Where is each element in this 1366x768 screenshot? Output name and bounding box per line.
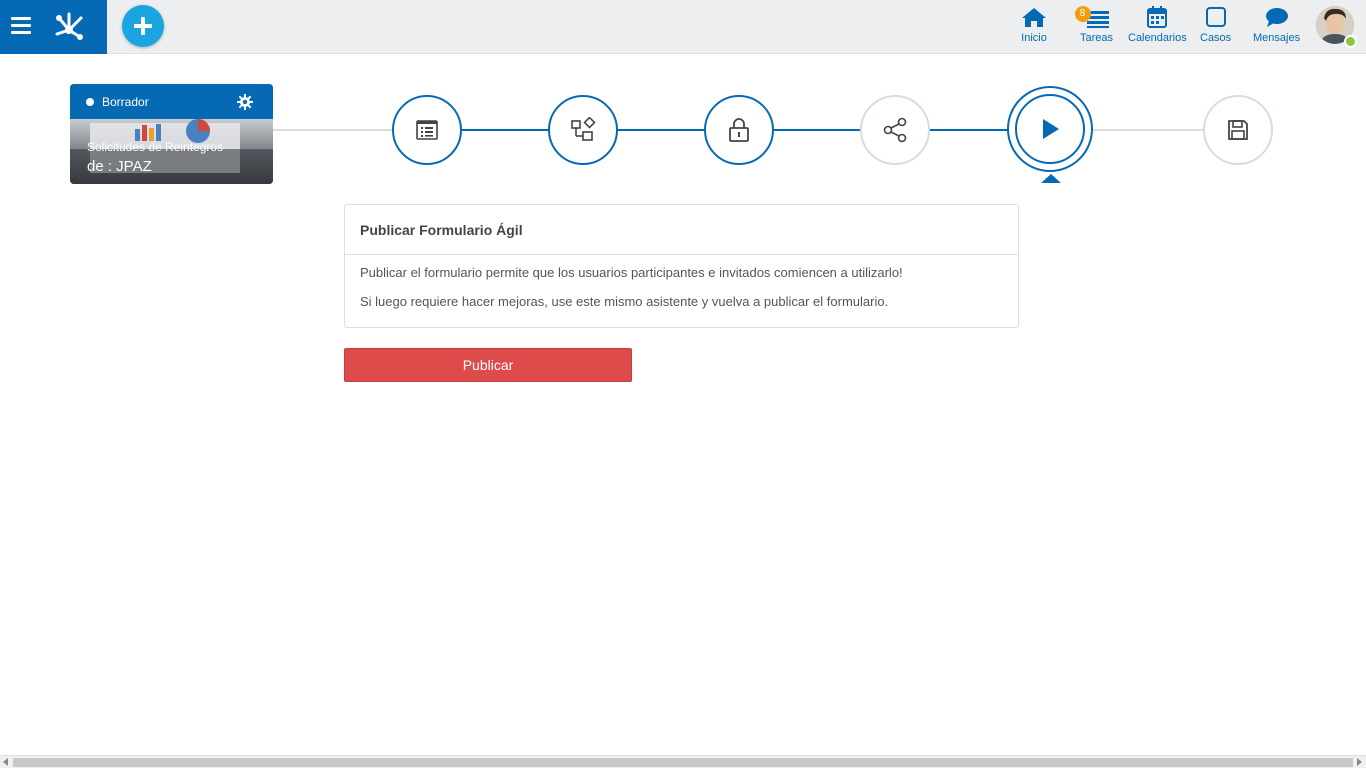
form-author: de : JPAZ bbox=[87, 158, 152, 175]
step-lock[interactable] bbox=[704, 95, 774, 165]
plus-icon bbox=[134, 17, 152, 35]
scroll-right-arrow-icon[interactable] bbox=[1357, 758, 1362, 766]
horizontal-scrollbar[interactable] bbox=[0, 755, 1366, 768]
nav-inicio[interactable]: Inicio bbox=[1021, 6, 1047, 48]
app-logo-icon[interactable] bbox=[52, 10, 86, 42]
step-share[interactable] bbox=[860, 95, 930, 165]
form-icon bbox=[416, 120, 438, 140]
panel-body: Publicar el formulario permite que los u… bbox=[345, 255, 1018, 333]
calendar-icon bbox=[1147, 6, 1168, 28]
panel-title: Publicar Formulario Ágil bbox=[345, 205, 1018, 255]
status-label: Borrador bbox=[102, 95, 149, 109]
panel-text-line-1: Publicar el formulario permite que los u… bbox=[360, 265, 903, 280]
lock-icon bbox=[729, 118, 749, 142]
step-publish-inner bbox=[1015, 94, 1085, 164]
nav-tareas[interactable]: 8 Tareas bbox=[1074, 6, 1114, 48]
nav-mensajes[interactable]: Mensajes bbox=[1253, 6, 1300, 48]
publish-button[interactable]: Publicar bbox=[344, 348, 632, 382]
scroll-left-arrow-icon[interactable] bbox=[3, 758, 8, 766]
step-save[interactable] bbox=[1203, 95, 1273, 165]
form-card-header: Borrador bbox=[70, 84, 273, 119]
nav-label: Mensajes bbox=[1253, 32, 1301, 44]
publish-panel: Publicar Formulario Ágil Publicar el for… bbox=[344, 204, 1019, 328]
save-icon bbox=[1228, 120, 1248, 140]
current-step-caret bbox=[1041, 174, 1061, 183]
form-title: Solicitudes de Reintegros bbox=[87, 140, 224, 154]
form-card[interactable]: Borrador Solicitudes de Reintegros de : … bbox=[70, 84, 273, 184]
online-status-dot bbox=[1344, 35, 1357, 48]
home-icon bbox=[1022, 8, 1046, 27]
nav-label: Casos bbox=[1200, 32, 1232, 44]
scrollbar-thumb[interactable] bbox=[13, 758, 1353, 767]
top-bar: Inicio 8 Tareas Calendarios Casos Mensaj… bbox=[0, 0, 1366, 54]
hamburger-menu-icon[interactable] bbox=[11, 17, 31, 35]
step-shapes[interactable] bbox=[548, 95, 618, 165]
stepper-line-todo bbox=[1092, 129, 1204, 131]
add-button[interactable] bbox=[122, 5, 164, 47]
menu-block bbox=[0, 0, 107, 54]
step-form[interactable] bbox=[392, 95, 462, 165]
nav-label: Inicio bbox=[1021, 32, 1047, 44]
nav-label: Tareas bbox=[1080, 32, 1114, 44]
step-publish-current[interactable] bbox=[1007, 86, 1093, 172]
nav-casos[interactable]: Casos bbox=[1200, 6, 1231, 48]
cases-icon bbox=[1205, 7, 1226, 27]
gear-icon[interactable] bbox=[237, 94, 253, 110]
play-icon bbox=[1043, 119, 1059, 139]
share-icon bbox=[883, 117, 907, 143]
nav-calendarios[interactable]: Calendarios bbox=[1128, 6, 1187, 48]
shapes-icon bbox=[571, 117, 596, 141]
nav-label: Calendarios bbox=[1128, 32, 1187, 44]
stepper-line-start bbox=[273, 129, 393, 131]
tasks-count-badge: 8 bbox=[1074, 6, 1091, 22]
messages-icon bbox=[1265, 8, 1288, 27]
status-dot bbox=[86, 98, 94, 106]
panel-text-line-2: Si luego requiere hacer mejoras, use est… bbox=[360, 294, 889, 309]
